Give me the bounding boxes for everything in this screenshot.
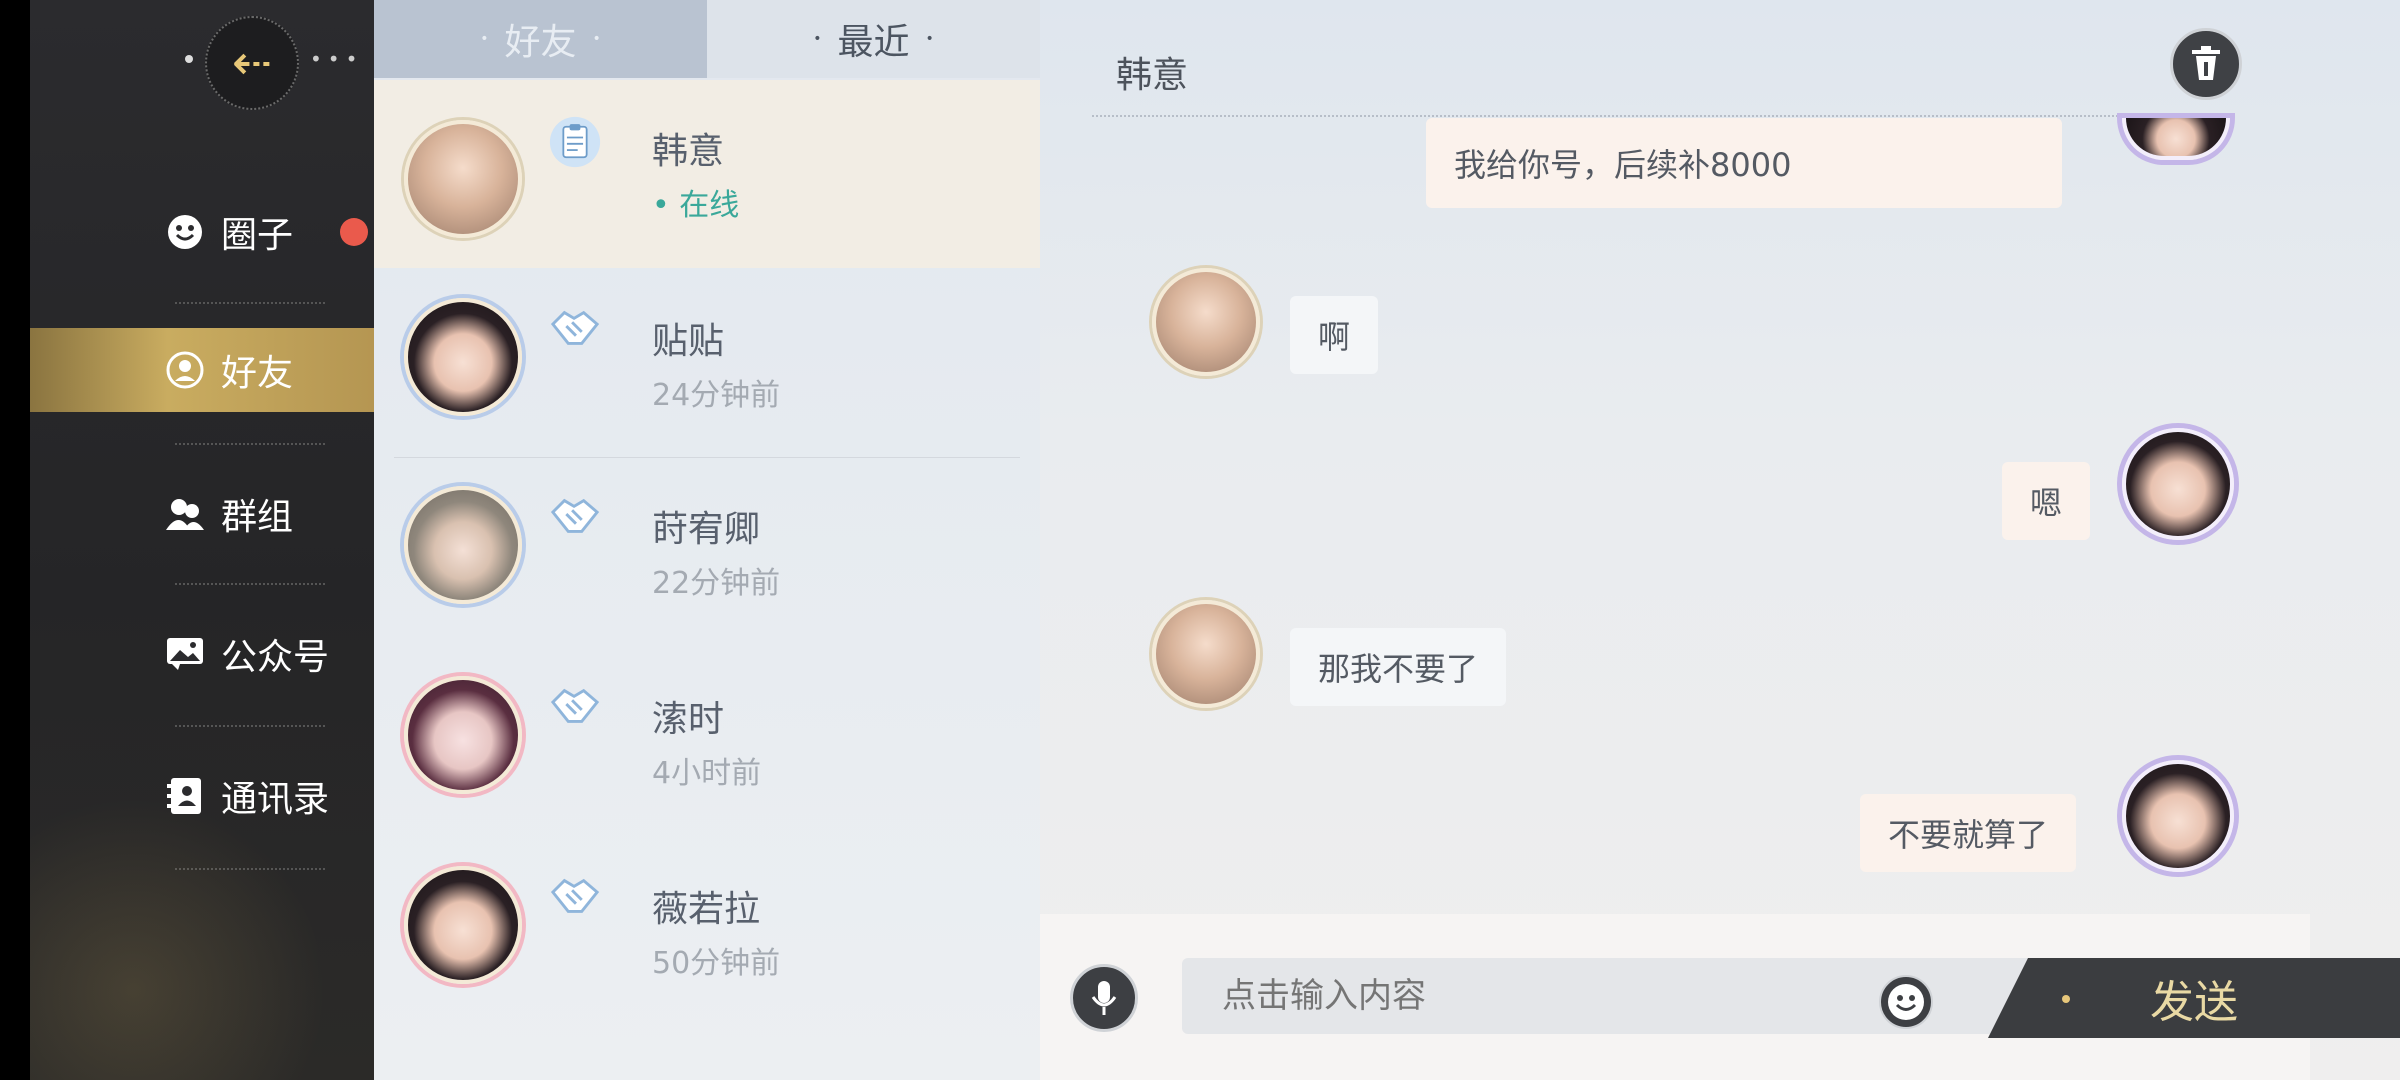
nav-item-groups[interactable]: 群组	[30, 472, 374, 556]
notification-dot	[340, 218, 368, 246]
avatar	[404, 120, 522, 238]
back-arrow-icon: ⇠	[231, 35, 273, 91]
decor-dot	[2062, 995, 2070, 1003]
send-button[interactable]: 发送	[1988, 958, 2400, 1038]
nav-item-label: 公众号	[221, 637, 330, 678]
friend-item[interactable]: 莳宥卿 22分钟前	[374, 458, 1040, 646]
nav-divider	[175, 725, 325, 727]
friend-name: 贴贴	[652, 321, 725, 362]
image-icon	[165, 634, 205, 674]
friend-avatar[interactable]	[1152, 268, 1260, 376]
friend-item[interactable]: 薇若拉 50分钟前	[374, 838, 1040, 1026]
friend-item[interactable]: 溹时 4小时前	[374, 648, 1040, 836]
delete-button[interactable]	[2170, 28, 2242, 100]
friend-last-seen: 24分钟前	[652, 378, 781, 413]
message-text: 那我不要了	[1318, 650, 1479, 688]
emoji-button[interactable]	[1878, 974, 1934, 1030]
handshake-icon	[549, 870, 601, 922]
list-tabs: • 好友 • • 最近 •	[374, 0, 1040, 78]
trash-icon	[2192, 46, 2220, 80]
friends-list-panel: • 好友 • • 最近 • 韩意 • 在线 贴贴 24分钟前 莳宥卿 22分钟前…	[374, 0, 1040, 1080]
header-divider	[1092, 115, 2202, 117]
my-avatar[interactable]	[2122, 428, 2234, 540]
avatar	[404, 486, 522, 604]
message-bubble-left: 啊	[1290, 296, 1379, 374]
message-text: 我给你号，后续补8000	[1454, 146, 1792, 184]
voice-button[interactable]	[1070, 964, 1138, 1032]
avatar	[404, 676, 522, 794]
handshake-icon	[549, 490, 601, 542]
nav-item-label: 圈子	[221, 215, 294, 256]
tab-recent[interactable]: • 最近 •	[707, 0, 1040, 78]
microphone-icon	[1091, 981, 1117, 1015]
friend-name: 溹时	[652, 699, 725, 740]
chat-panel: 韩意 我给你号，后续补8000 啊 嗯 那我不要了 不要就算了 点击输入内容 发…	[1040, 0, 2400, 1080]
emoji-icon	[1879, 975, 1933, 1029]
friend-last-seen: 4小时前	[652, 756, 762, 791]
send-label: 发送	[2150, 977, 2238, 1028]
friend-status: • 在线	[652, 188, 740, 223]
friend-name: 薇若拉	[652, 889, 761, 930]
message-text: 不要就算了	[1888, 816, 2049, 854]
friend-name: 韩意	[652, 131, 725, 172]
friend-name: 莳宥卿	[652, 509, 761, 550]
nav-divider	[175, 868, 325, 870]
chat-title: 韩意	[1116, 55, 1189, 96]
friend-item[interactable]: 韩意 • 在线	[374, 80, 1040, 268]
message-bubble-right: 我给你号，后续补8000	[1426, 118, 2062, 208]
avatar	[404, 298, 522, 416]
friend-item[interactable]: 贴贴 24分钟前	[374, 270, 1040, 458]
online-status: 在线	[679, 188, 740, 223]
friend-last-seen: 50分钟前	[652, 946, 781, 981]
nav-divider	[175, 583, 325, 585]
tab-label: 好友	[504, 22, 577, 63]
side-nav: ⇠ ••• 圈子 好友 群组 公众号 通讯录	[30, 0, 374, 1080]
my-avatar	[2122, 118, 2230, 160]
nav-item-circle[interactable]: 圈子	[30, 190, 374, 274]
group-icon	[165, 494, 205, 534]
clipboard-icon	[549, 116, 601, 168]
handshake-icon	[549, 302, 601, 354]
nav-item-official-accounts[interactable]: 公众号	[30, 612, 374, 696]
nav-divider	[175, 302, 325, 304]
tab-friends[interactable]: • 好友 •	[374, 0, 707, 78]
handshake-icon	[549, 680, 601, 732]
friend-icon	[165, 350, 205, 390]
friend-avatar[interactable]	[1152, 600, 1260, 708]
nav-item-contacts[interactable]: 通讯录	[30, 754, 374, 838]
nav-item-label: 通讯录	[221, 779, 330, 820]
message-bubble-right: 嗯	[2002, 462, 2091, 540]
message-text: 啊	[1318, 318, 1351, 356]
nav-divider	[175, 443, 325, 445]
back-button[interactable]: ⇠	[205, 16, 299, 110]
my-avatar[interactable]	[2122, 760, 2234, 872]
smiley-icon	[165, 212, 205, 252]
nav-item-label: 群组	[221, 497, 294, 538]
tab-label: 最近	[837, 22, 910, 63]
avatar	[404, 866, 522, 984]
message-text: 嗯	[2030, 484, 2063, 522]
decor-dot	[185, 55, 193, 63]
app-window: ⇠ ••• 圈子 好友 群组 公众号 通讯录 • 好友 • • 最近 • 韩意 …	[30, 0, 2400, 1080]
message-bubble-right: 不要就算了	[1860, 794, 2077, 872]
message-bubble-left: 那我不要了	[1290, 628, 1507, 706]
contacts-icon	[165, 776, 205, 816]
friend-last-seen: 22分钟前	[652, 566, 781, 601]
nav-item-label: 好友	[221, 353, 294, 394]
nav-item-friends[interactable]: 好友	[30, 328, 374, 412]
decor-dots: •••	[310, 47, 364, 71]
